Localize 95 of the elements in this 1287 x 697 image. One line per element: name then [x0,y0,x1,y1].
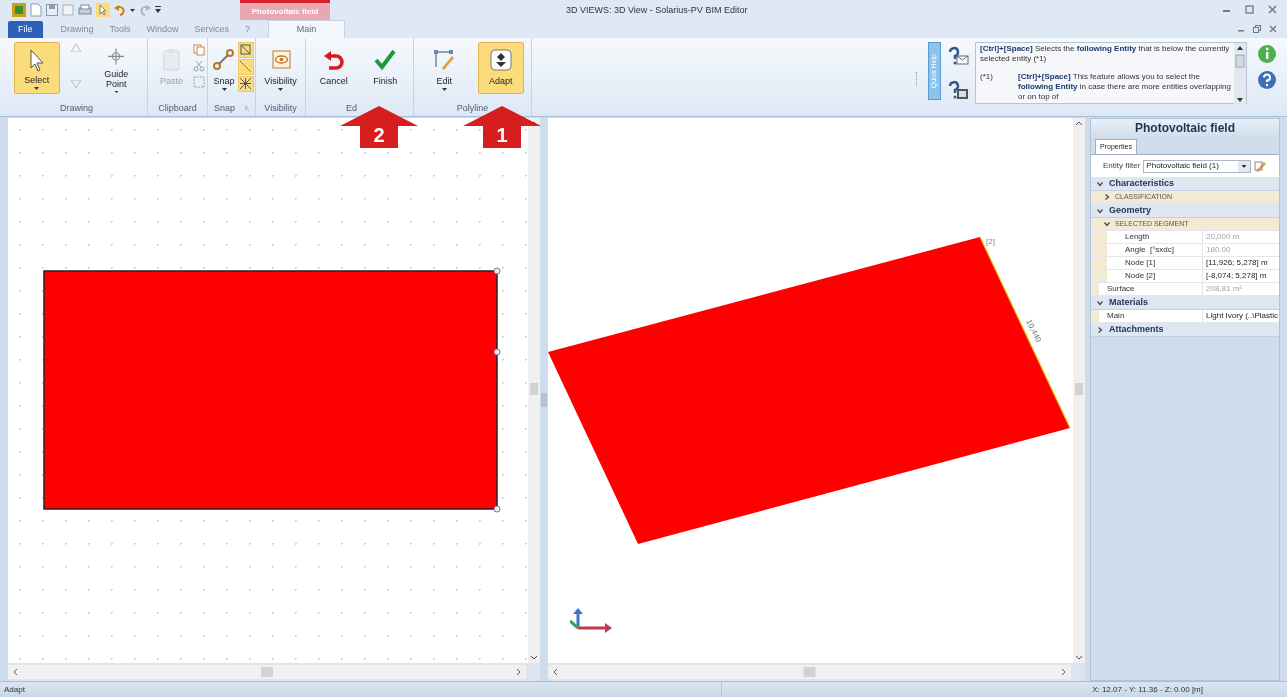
chevron-right-icon[interactable] [1097,326,1103,333]
help-mail-icon[interactable] [947,46,969,66]
help-text: [Ctrl]+[Space] This feature allows you to select the following Entity in case there are more entities overlapping or on top of [1018,72,1232,102]
caret-icon [278,88,283,91]
property-name: Length [1107,231,1203,243]
chevron-right-icon[interactable] [1104,194,1110,200]
help-icon[interactable] [1257,70,1277,90]
info-icon[interactable] [1257,44,1277,64]
entity-filter-dropdown[interactable]: Photovoltaic field (1) [1143,159,1252,173]
ribbon-button[interactable]: Select [13,42,60,94]
ribbon-button[interactable]: Adapt [477,42,524,94]
splitter-handle[interactable] [541,392,547,407]
curved-arrow-icon [323,51,344,70]
maximize-icon[interactable] [1245,5,1254,14]
scrollbar-icon[interactable] [1234,43,1246,105]
node-label: [2] [986,236,995,248]
property-name: Node [1] [1107,257,1203,269]
property-value: Light Ivory (..\Plastic [1205,310,1279,322]
caret-icon [34,87,40,90]
property-value: 20,000 m [1205,231,1241,243]
dialog-launcher-icon[interactable] [245,106,249,112]
property-value: [-8,074; 5,278] m [1205,270,1268,282]
window-title: 3D VIEWS: 3D View - Solarius-PV BIM Editor [566,4,748,17]
save-icon[interactable] [46,4,58,16]
dropdown-caret-icon [1238,160,1251,172]
category-header[interactable]: Materials [1091,296,1279,310]
ribbon-button[interactable]: Edit [421,42,468,94]
indent-gutter [1091,310,1099,322]
property-value: 180.00 [1205,244,1232,256]
indent-gutter [1091,191,1099,203]
chevron-down-icon[interactable] [1097,180,1103,187]
caret-icon[interactable] [130,8,135,12]
category-header[interactable]: Characteristics [1091,177,1279,191]
property-name: Node [2] [1107,270,1203,282]
category-header[interactable]: Attachments [1091,323,1279,337]
ribbon-button[interactable]: Cancel [310,42,357,94]
app-icon [12,3,26,17]
status-message: Adapt [4,683,25,696]
context-tab-group: Photovoltaic field [240,0,330,20]
ribbon-tab[interactable]: Main [268,20,346,38]
caret-icon [113,90,119,93]
shape-icon [487,47,514,73]
linked-nodes-icon [211,47,237,73]
footnote-ref: (*1) [979,72,994,83]
property-name: Main [1099,310,1203,322]
group-label: Polyline [455,102,490,116]
undo-icon[interactable] [114,4,126,16]
caret-icon [221,88,227,91]
group-label: Visibility [263,102,298,116]
help-text: [Ctrl]+[Space] Selects the following Entity that is below the currently selected entity (*1) [979,44,1231,64]
ribbon-tab[interactable]: File [8,21,43,38]
close-icon[interactable] [1269,25,1277,33]
edit-filter-icon[interactable] [1254,159,1269,173]
property-name: Angle [°sxdc] [1107,244,1203,256]
print-icon[interactable] [78,4,92,16]
vertex-handle[interactable] [493,267,501,275]
coordinates-readout: X: 12.07 - Y: 11.36 - Z: 0.00 [m] [1092,683,1203,696]
group-label: Ed [345,102,358,116]
indent-gutter [1091,257,1107,269]
new-file-icon[interactable] [30,3,42,17]
category-header[interactable]: Geometry [1091,204,1279,218]
help-video-icon[interactable] [947,80,969,100]
vertex-handle[interactable] [493,348,501,356]
drawing-viewport[interactable] [8,118,528,663]
ribbon-button[interactable]: Visibility [258,42,303,94]
vertical-scrollbar[interactable] [1073,118,1085,663]
close-icon[interactable] [1268,5,1277,14]
property-value: 208,81 m² [1205,283,1244,295]
group-label: Snap [208,102,255,116]
chevron-down-icon[interactable] [1097,299,1103,306]
ribbon-button[interactable]: Snap [210,42,238,94]
ribbon-button[interactable]: Finish [362,42,409,94]
vertex-handle[interactable] [493,505,501,513]
axes-icon [570,608,612,634]
horizontal-scrollbar[interactable] [8,665,526,679]
grid-snap-icon[interactable] [238,76,254,92]
group-label: Clipboard [157,102,198,116]
restore-icon[interactable] [1253,25,1261,33]
indent-gutter [1091,244,1107,256]
caret-icon [441,88,447,91]
copy-icon[interactable] [193,44,205,56]
scissors-icon[interactable] [193,60,205,72]
property-name: Surface [1099,283,1203,295]
group-label: Drawing [59,102,94,116]
pointer-icon [29,49,44,72]
property-value: [11,926; 5,278] m [1205,257,1269,269]
horizontal-scrollbar[interactable] [548,665,1071,679]
line-snap-icon[interactable] [238,59,254,75]
customize-menu-icon[interactable] [155,6,161,14]
field-label: Entity filter [1103,160,1141,172]
ribbon-button[interactable]: Guide Point [93,42,140,94]
chevron-down-icon[interactable] [1104,221,1110,227]
square-snap-icon[interactable] [238,42,254,58]
pointer-icon[interactable] [96,3,110,17]
panel-title: Photovoltaic field [1091,119,1279,137]
